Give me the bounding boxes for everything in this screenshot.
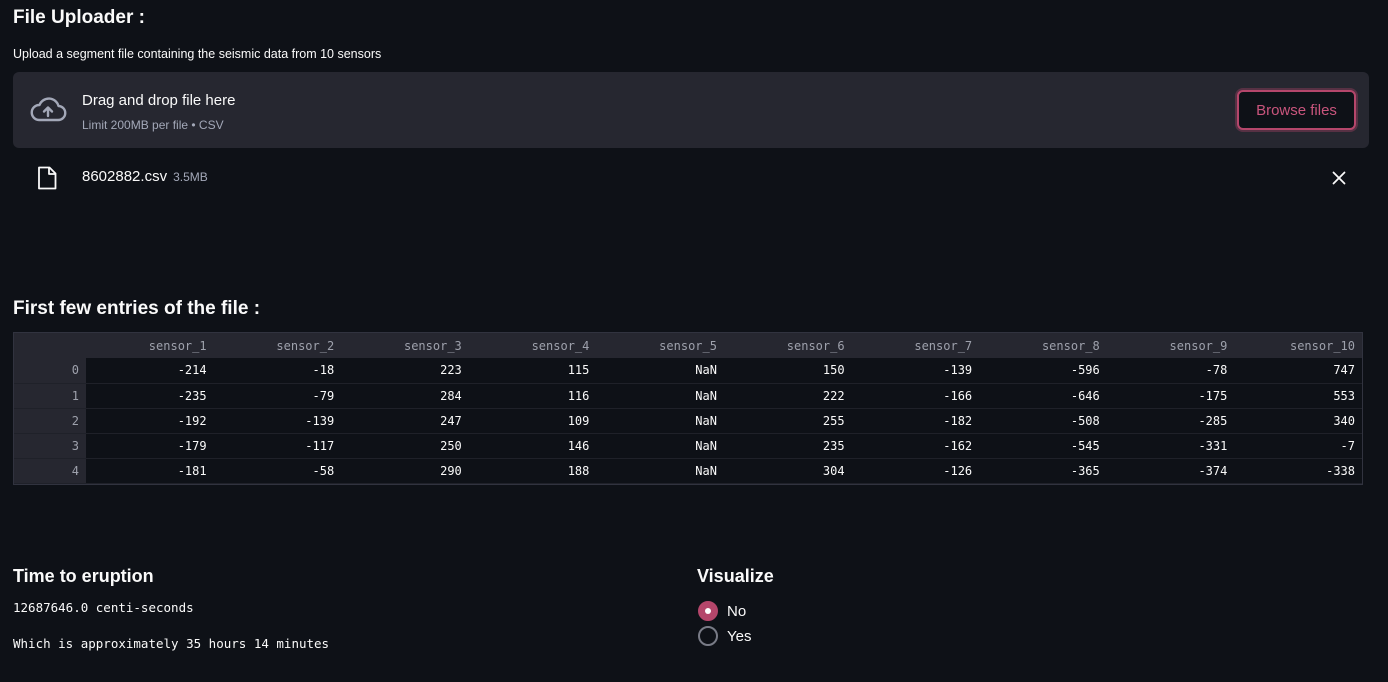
table-cell[interactable]: 223 xyxy=(341,358,469,384)
row-index: 3 xyxy=(14,433,86,459)
table-cell[interactable]: 222 xyxy=(723,383,852,409)
table-cell[interactable]: -235 xyxy=(86,383,214,409)
table-cell[interactable]: 284 xyxy=(341,383,469,409)
table-cell[interactable]: NaN xyxy=(596,408,724,434)
column-header[interactable]: sensor_7 xyxy=(851,333,980,358)
table-cell[interactable]: -78 xyxy=(1106,358,1235,384)
table-row: 3 -179 -117 250 146 NaN 235 -162 -545 -3… xyxy=(14,433,1362,459)
table-cell[interactable]: -18 xyxy=(213,358,342,384)
table-row: 2 -192 -139 247 109 NaN 255 -182 -508 -2… xyxy=(14,408,1362,434)
column-header[interactable]: sensor_3 xyxy=(341,333,469,358)
table-cell[interactable]: 247 xyxy=(341,408,469,434)
table-cell[interactable]: -139 xyxy=(851,358,980,384)
column-header[interactable] xyxy=(14,333,86,358)
table-cell[interactable]: 747 xyxy=(1234,358,1362,384)
table-cell[interactable]: NaN xyxy=(596,383,724,409)
table-cell[interactable]: -126 xyxy=(851,458,980,484)
eruption-value: 12687646.0 centi-seconds xyxy=(13,600,194,615)
file-name: 8602882.csv xyxy=(82,168,168,185)
table-cell[interactable]: 250 xyxy=(341,433,469,459)
column-header[interactable]: sensor_9 xyxy=(1106,333,1235,358)
table-cell[interactable]: -58 xyxy=(213,458,342,484)
table-row: 0 -214 -18 223 115 NaN 150 -139 -596 -78… xyxy=(14,358,1362,384)
table-cell[interactable]: NaN xyxy=(596,458,724,484)
table-cell[interactable]: NaN xyxy=(596,433,724,459)
table-cell[interactable]: -166 xyxy=(851,383,980,409)
table-cell[interactable]: 255 xyxy=(723,408,852,434)
radio-option-no[interactable]: No xyxy=(698,600,746,622)
table-cell[interactable]: -181 xyxy=(86,458,214,484)
radio-label: No xyxy=(727,602,747,620)
cloud-upload-icon xyxy=(30,97,67,122)
table-cell[interactable]: -285 xyxy=(1106,408,1235,434)
table-cell[interactable]: 116 xyxy=(468,383,597,409)
dropzone-limit: Limit 200MB per file • CSV xyxy=(82,118,224,132)
column-header[interactable]: sensor_1 xyxy=(86,333,214,358)
table-cell[interactable]: 290 xyxy=(341,458,469,484)
table-cell[interactable]: -79 xyxy=(213,383,342,409)
visualize-title: Visualize xyxy=(697,566,774,586)
file-size: 3.5MB xyxy=(173,170,208,184)
table-cell[interactable]: 235 xyxy=(723,433,852,459)
column-header[interactable]: sensor_5 xyxy=(596,333,724,358)
table-cell[interactable]: 553 xyxy=(1234,383,1362,409)
table-cell[interactable]: -646 xyxy=(979,383,1107,409)
table-row: 4 -181 -58 290 188 NaN 304 -126 -365 -37… xyxy=(14,458,1362,484)
column-header[interactable]: sensor_2 xyxy=(213,333,342,358)
uploader-title: File Uploader : xyxy=(13,7,145,28)
table-cell[interactable]: -365 xyxy=(979,458,1107,484)
uploader-label: Upload a segment file containing the sei… xyxy=(13,47,382,61)
dropzone-instructions: Drag and drop file here xyxy=(82,92,236,109)
dataframe[interactable]: sensor_1 sensor_2 sensor_3 sensor_4 sens… xyxy=(13,332,1363,485)
eruption-approx: Which is approximately 35 hours 14 minut… xyxy=(13,636,330,651)
table-cell[interactable]: -175 xyxy=(1106,383,1235,409)
file-icon xyxy=(38,166,57,190)
radio-unchecked-icon[interactable] xyxy=(698,626,718,646)
column-header[interactable]: sensor_10 xyxy=(1234,333,1362,358)
column-header[interactable]: sensor_6 xyxy=(723,333,852,358)
table-cell[interactable]: -182 xyxy=(851,408,980,434)
table-cell[interactable]: -7 xyxy=(1234,433,1362,459)
table-cell[interactable]: -214 xyxy=(86,358,214,384)
table-cell[interactable]: -179 xyxy=(86,433,214,459)
table-cell[interactable]: 150 xyxy=(723,358,852,384)
radio-label: Yes xyxy=(727,627,752,645)
close-icon[interactable] xyxy=(1329,168,1349,188)
table-cell[interactable]: NaN xyxy=(596,358,724,384)
table-cell[interactable]: -192 xyxy=(86,408,214,434)
radio-checked-icon[interactable] xyxy=(698,601,718,621)
row-index: 1 xyxy=(14,383,86,409)
table-cell[interactable]: -596 xyxy=(979,358,1107,384)
table-cell[interactable]: 188 xyxy=(468,458,597,484)
eruption-title: Time to eruption xyxy=(13,566,154,586)
table-cell[interactable]: 115 xyxy=(468,358,597,384)
table-cell[interactable]: -117 xyxy=(213,433,342,459)
table-cell[interactable]: -545 xyxy=(979,433,1107,459)
table-cell[interactable]: -162 xyxy=(851,433,980,459)
row-index: 2 xyxy=(14,408,86,434)
table-cell[interactable]: -508 xyxy=(979,408,1107,434)
table-cell[interactable]: -139 xyxy=(213,408,342,434)
radio-option-yes[interactable]: Yes xyxy=(698,625,751,647)
table-cell[interactable]: 146 xyxy=(468,433,597,459)
row-index: 0 xyxy=(14,358,86,384)
table-header-row: sensor_1 sensor_2 sensor_3 sensor_4 sens… xyxy=(14,333,1362,358)
table-cell[interactable]: -374 xyxy=(1106,458,1235,484)
column-header[interactable]: sensor_4 xyxy=(468,333,597,358)
table-title: First few entries of the file : xyxy=(13,298,261,319)
table-cell[interactable]: 340 xyxy=(1234,408,1362,434)
table-cell[interactable]: -331 xyxy=(1106,433,1235,459)
row-index: 4 xyxy=(14,458,86,484)
table-row: 1 -235 -79 284 116 NaN 222 -166 -646 -17… xyxy=(14,383,1362,409)
file-dropzone[interactable]: Drag and drop file here Limit 200MB per … xyxy=(13,72,1369,148)
table-cell[interactable]: 304 xyxy=(723,458,852,484)
browse-files-button[interactable]: Browse files xyxy=(1237,90,1356,130)
table-cell[interactable]: -338 xyxy=(1234,458,1362,484)
table-cell[interactable]: 109 xyxy=(468,408,597,434)
column-header[interactable]: sensor_8 xyxy=(979,333,1107,358)
uploaded-file-item: 8602882.csv 3.5MB xyxy=(13,160,1369,196)
